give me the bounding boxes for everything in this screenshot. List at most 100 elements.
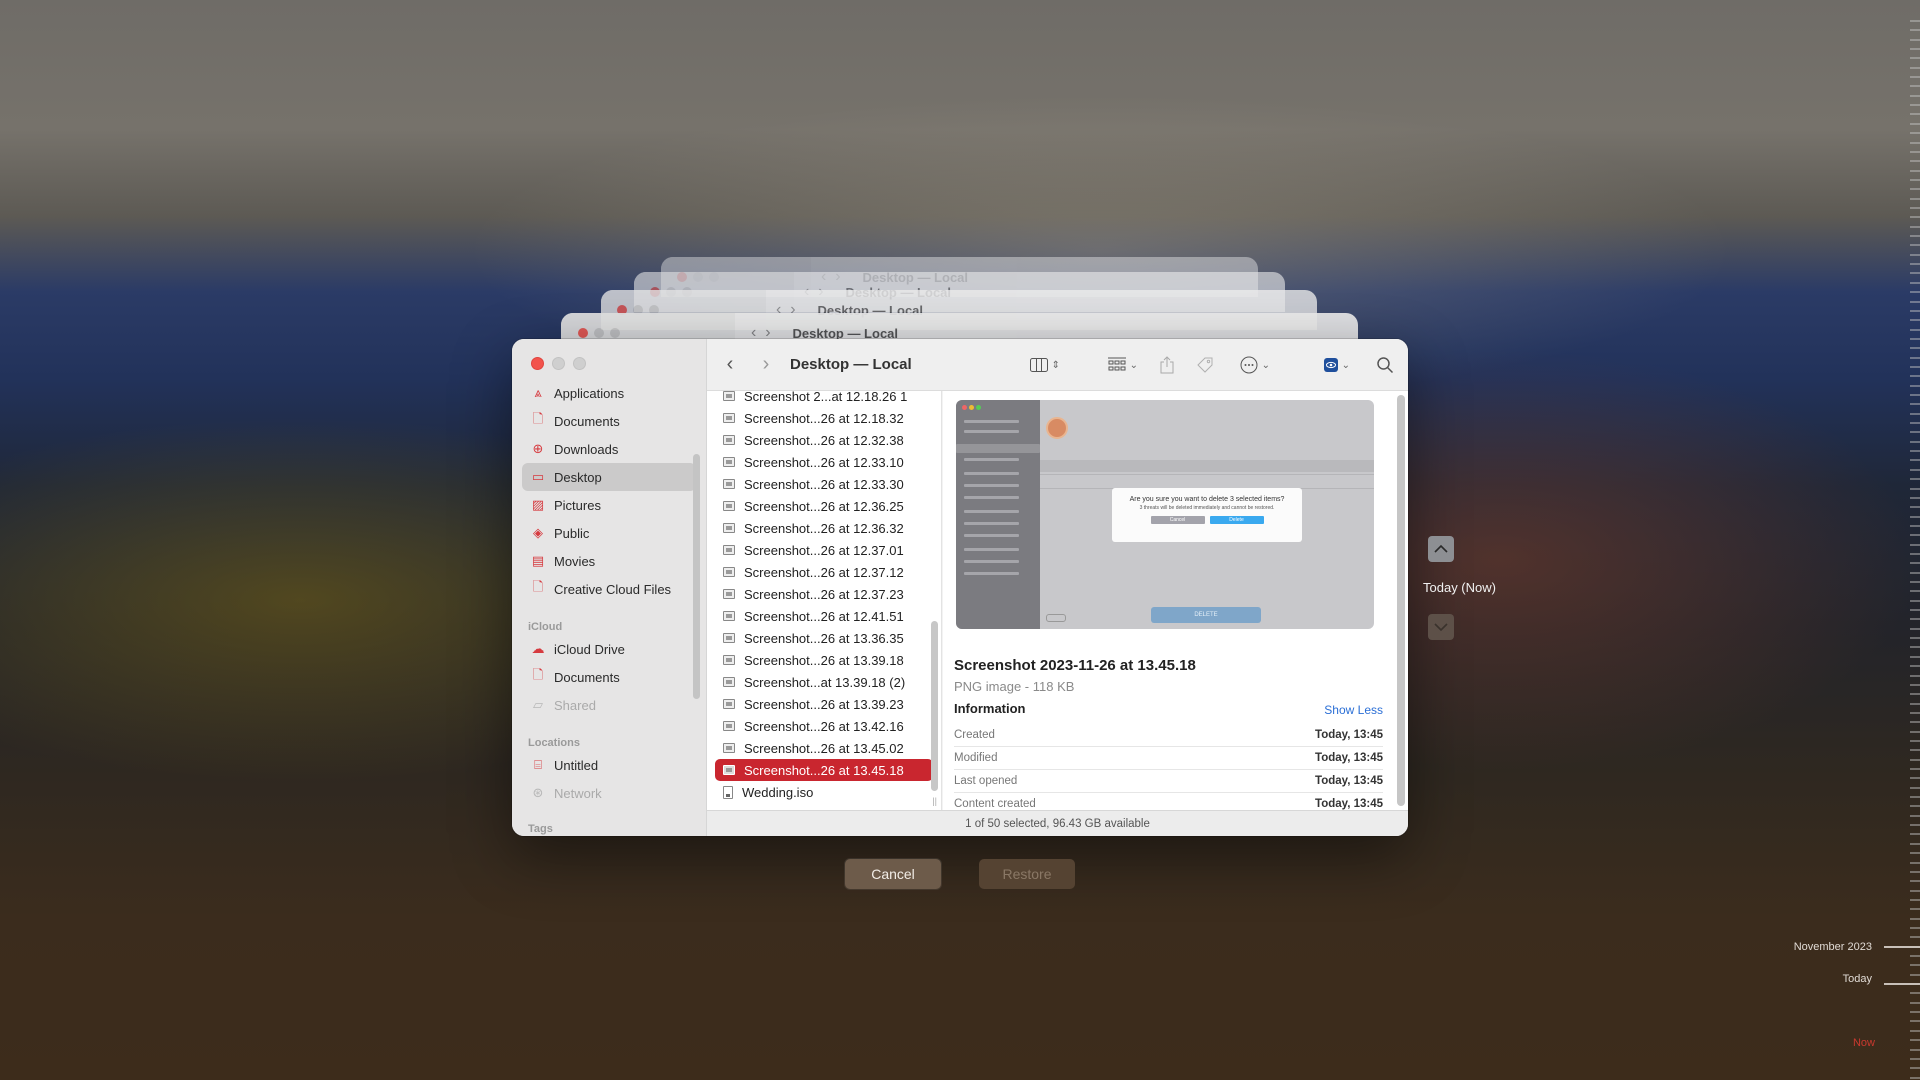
timeline-tick[interactable] [1910,759,1920,761]
timeline-tick[interactable] [1910,833,1920,835]
timeline-tick[interactable] [1910,123,1920,125]
file-row[interactable]: Screenshot...26 at 13.39.18 [715,649,933,671]
next-snapshot-button[interactable] [1428,614,1454,640]
timeline-tick[interactable] [1910,1058,1920,1060]
timeline-tick[interactable] [1910,805,1920,807]
file-row[interactable]: Wedding.iso [715,781,933,803]
timeline-tick[interactable] [1910,57,1920,59]
timeline-tick[interactable] [1910,525,1920,527]
group-button[interactable]: ⌄ [1107,357,1138,373]
timeline-tick[interactable] [1910,497,1920,499]
forward-button[interactable]: › [748,353,784,376]
timeline-tick[interactable] [1910,104,1920,106]
timeline-tick[interactable] [1910,656,1920,658]
file-row[interactable]: Screenshot...26 at 12.33.10 [715,451,933,473]
timeline-tick[interactable] [1910,235,1920,237]
timeline-tick[interactable] [1910,544,1920,546]
timeline-tick[interactable] [1884,946,1920,948]
timeline-tick[interactable] [1910,581,1920,583]
timeline-tick[interactable] [1910,394,1920,396]
timeline-tick[interactable] [1910,740,1920,742]
timeline-tick[interactable] [1910,179,1920,181]
timeline-tick[interactable] [1910,413,1920,415]
timeline-tick[interactable] [1910,95,1920,97]
timeline-tick[interactable] [1910,618,1920,620]
timeline-tick[interactable] [1910,908,1920,910]
timeline-tick[interactable] [1910,852,1920,854]
sidebar-item-pictures[interactable]: ▨ Pictures [522,491,696,519]
timeline-tick[interactable] [1910,824,1920,826]
sidebar-item-downloads[interactable]: ⊕ Downloads [522,435,696,463]
timeline-tick[interactable] [1910,992,1920,994]
previous-snapshot-button[interactable] [1428,536,1454,562]
timeline-tick[interactable] [1910,76,1920,78]
timeline-tick[interactable] [1910,263,1920,265]
timeline-tick[interactable] [1910,918,1920,920]
timeline-tick[interactable] [1910,665,1920,667]
timeline-tick[interactable] [1910,936,1920,938]
timeline-tick[interactable] [1910,572,1920,574]
timeline-tick[interactable] [1910,1039,1920,1041]
sidebar-item-movies[interactable]: ▤ Movies [522,547,696,575]
file-row[interactable]: Screenshot...26 at 12.36.32 [715,517,933,539]
timeline-tick[interactable] [1910,684,1920,686]
file-row[interactable]: Screenshot...26 at 12.18.32 [715,407,933,429]
cancel-button[interactable]: Cancel [845,859,941,889]
file-row[interactable]: Screenshot...26 at 12.37.01 [715,539,933,561]
timeline-tick[interactable] [1910,160,1920,162]
timeline-tick[interactable] [1910,506,1920,508]
restore-button[interactable]: Restore [979,859,1075,889]
timeline-tick[interactable] [1910,693,1920,695]
timeline-tick[interactable] [1910,955,1920,957]
timeline-tick[interactable] [1910,291,1920,293]
view-mode-button[interactable]: ⇕ [1029,358,1060,372]
timeline-tick[interactable] [1910,142,1920,144]
sidebar-item-network[interactable]: ⊛ Network [522,779,696,807]
timeline-tick[interactable] [1910,964,1920,966]
timeline-tick[interactable] [1910,703,1920,705]
timeline-tick[interactable] [1910,871,1920,873]
timeline-tick[interactable] [1910,20,1920,22]
file-list-scrollbar[interactable] [931,621,938,791]
timeline-tick[interactable] [1910,375,1920,377]
timeline-tick[interactable] [1910,899,1920,901]
minimize-button[interactable] [552,357,565,370]
timeline-tick[interactable] [1910,226,1920,228]
timeline-tick[interactable] [1910,749,1920,751]
sidebar-item-desktop[interactable]: ▭ Desktop [522,463,696,491]
timeline-tick[interactable] [1910,609,1920,611]
timeline-tick[interactable] [1910,787,1920,789]
sidebar-item-shared[interactable]: ▱ Shared [522,691,696,719]
timeline-tick[interactable] [1910,478,1920,480]
timeline-tick[interactable] [1910,534,1920,536]
tag-button[interactable] [1196,356,1214,374]
timeline-label-now[interactable]: Now [1853,1037,1875,1049]
timeline-tick[interactable] [1910,712,1920,714]
sidebar-item-creative-cloud-files[interactable]: 🗋 Creative Cloud Files [522,575,696,603]
timeline-tick[interactable] [1910,310,1920,312]
timeline-tick[interactable] [1910,113,1920,115]
timeline-tick[interactable] [1910,777,1920,779]
file-row[interactable]: Screenshot...at 13.39.18 (2) [715,671,933,693]
timeline-tick[interactable] [1910,366,1920,368]
file-row[interactable]: Screenshot...26 at 13.45.18 [715,759,933,781]
timeline-tick[interactable] [1910,796,1920,798]
timeline-tick[interactable] [1910,562,1920,564]
timeline-tick[interactable] [1910,1030,1920,1032]
file-row[interactable]: Screenshot...26 at 12.32.38 [715,429,933,451]
timeline-tick[interactable] [1910,319,1920,321]
timeline-tick[interactable] [1910,254,1920,256]
sidebar-item-untitled[interactable]: ⌸ Untitled [522,751,696,779]
file-row[interactable]: Screenshot...26 at 12.36.25 [715,495,933,517]
file-row[interactable]: Screenshot...26 at 13.36.35 [715,627,933,649]
timeline-tick[interactable] [1910,843,1920,845]
timeline-tick[interactable] [1910,815,1920,817]
file-row[interactable]: Screenshot...26 at 13.39.23 [715,693,933,715]
file-row[interactable]: Screenshot...26 at 12.37.23 [715,583,933,605]
timeline-tick[interactable] [1910,357,1920,359]
file-row[interactable]: Screenshot...26 at 12.37.12 [715,561,933,583]
timeline-tick[interactable] [1910,188,1920,190]
timeline-tick[interactable] [1910,646,1920,648]
timeline-tick[interactable] [1910,338,1920,340]
timeline-tick[interactable] [1910,431,1920,433]
